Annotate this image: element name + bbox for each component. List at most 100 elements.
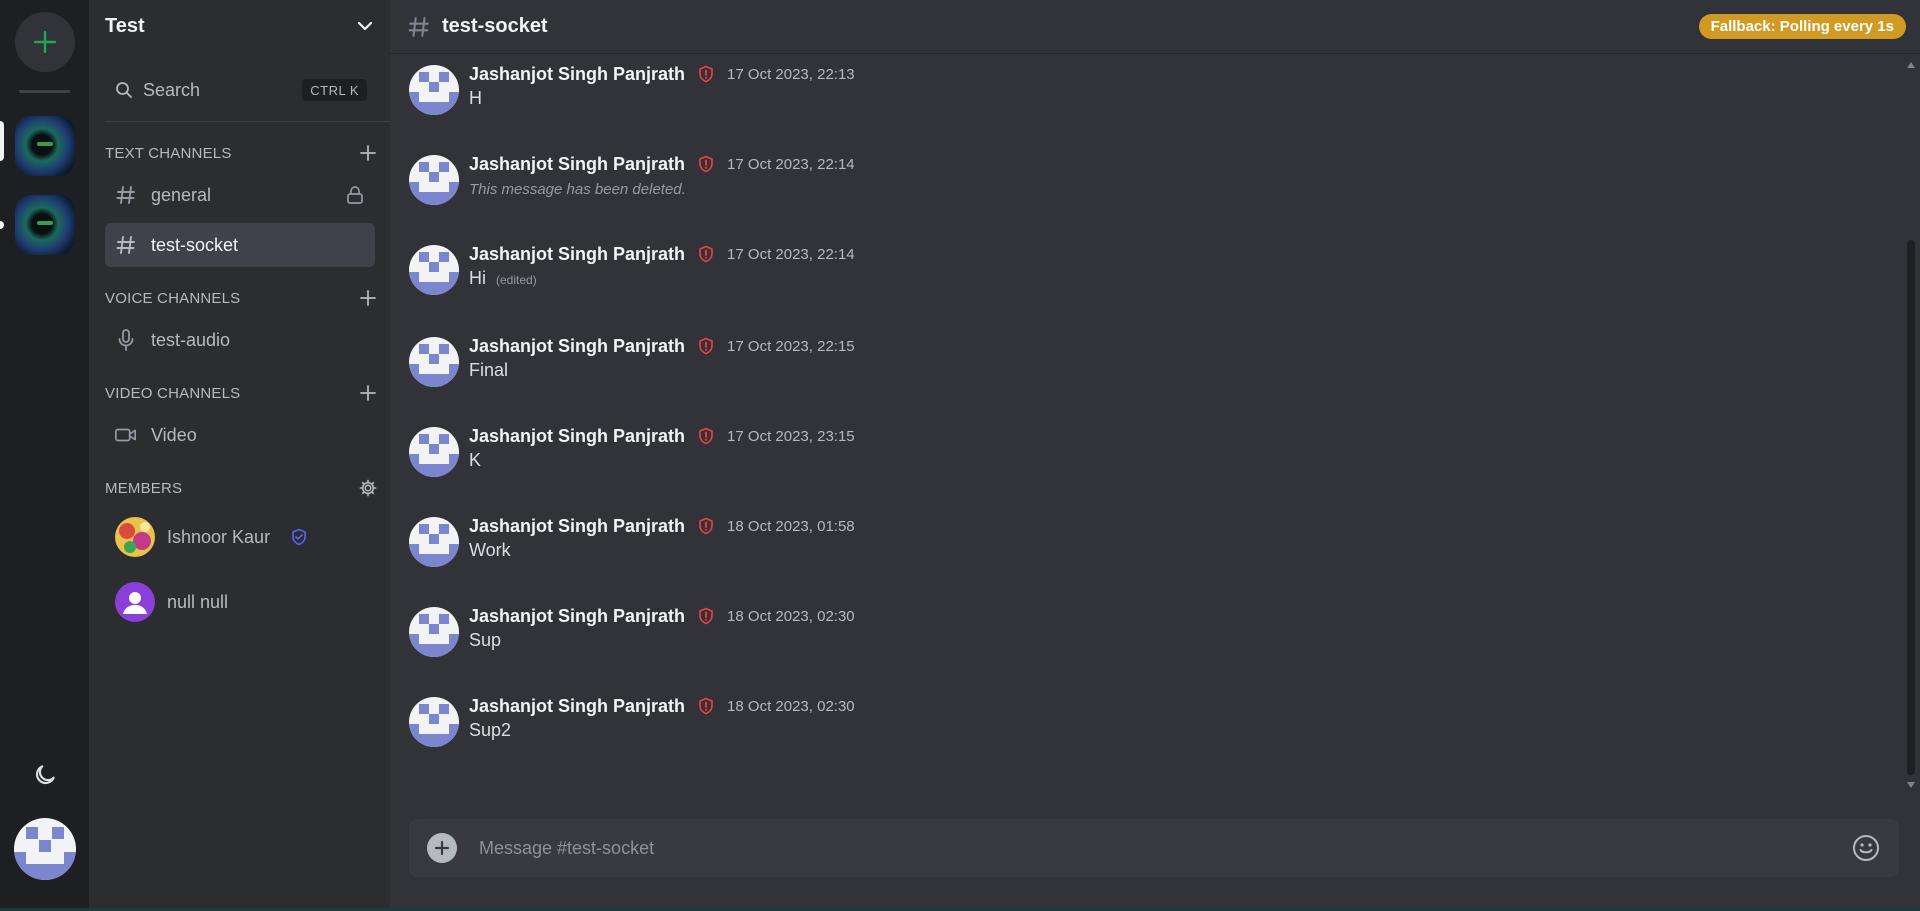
moderator-shield-icon xyxy=(697,245,715,263)
scroll-thumb[interactable] xyxy=(1907,240,1915,775)
server-icon-2[interactable] xyxy=(15,195,75,255)
message-text: Hi xyxy=(469,268,486,288)
message-text: Sup2 xyxy=(469,720,512,740)
channel-general[interactable]: general xyxy=(105,173,375,217)
message-content: This message has been deleted. xyxy=(469,181,686,198)
message-author[interactable]: Jashanjot Singh Panjrath xyxy=(469,516,685,537)
member-avatar xyxy=(115,517,155,557)
add-text-channel-icon[interactable] xyxy=(359,144,377,162)
message-timestamp: 17 Oct 2023, 22:15 xyxy=(727,337,855,355)
moderator-shield-icon xyxy=(697,697,715,715)
message-author[interactable]: Jashanjot Singh Panjrath xyxy=(469,154,685,175)
message-content: Hi (edited) xyxy=(469,268,537,289)
channel-test-socket[interactable]: test-socket xyxy=(105,223,375,267)
user-avatar[interactable] xyxy=(14,818,76,880)
category-label: VIDEO CHANNELS xyxy=(105,384,241,402)
search-icon xyxy=(116,82,132,98)
message-avatar[interactable] xyxy=(409,697,459,747)
message-author[interactable]: Jashanjot Singh Panjrath xyxy=(469,696,685,717)
message-author[interactable]: Jashanjot Singh Panjrath xyxy=(469,244,685,265)
category-label: MEMBERS xyxy=(105,479,183,497)
video-channels-category[interactable]: VIDEO CHANNELS xyxy=(105,383,377,403)
attach-button[interactable] xyxy=(427,833,457,863)
message-header: Jashanjot Singh Panjrath 17 Oct 2023, 22:… xyxy=(469,334,855,358)
message-row[interactable]: Jashanjot Singh Panjrath 17 Oct 2023, 23:… xyxy=(409,424,1809,484)
active-server-indicator xyxy=(0,121,4,161)
message-avatar[interactable] xyxy=(409,65,459,115)
message-text: H xyxy=(469,88,482,108)
member-item[interactable]: Ishnoor Kaur xyxy=(115,517,308,557)
add-video-channel-icon[interactable] xyxy=(359,384,377,402)
gear-icon[interactable] xyxy=(359,479,377,497)
message-header: Jashanjot Singh Panjrath 18 Oct 2023, 02:… xyxy=(469,694,855,718)
message-author[interactable]: Jashanjot Singh Panjrath xyxy=(469,336,685,357)
polling-fallback-badge: Fallback: Polling every 1s xyxy=(1698,14,1906,39)
message-header: Jashanjot Singh Panjrath 17 Oct 2023, 22:… xyxy=(469,152,855,176)
message-timestamp: 17 Oct 2023, 22:14 xyxy=(727,245,855,263)
moderator-shield-icon xyxy=(697,427,715,445)
moderator-shield-icon xyxy=(697,337,715,355)
message-row[interactable]: Jashanjot Singh Panjrath 17 Oct 2023, 22:… xyxy=(409,62,1809,122)
channel-header: test-socket Fallback: Polling every 1s xyxy=(390,0,1920,54)
moderator-shield-icon xyxy=(697,155,715,173)
channel-sidebar: Test Search CTRL K TEXT CHANNELS general xyxy=(89,0,391,911)
message-author[interactable]: Jashanjot Singh Panjrath xyxy=(469,426,685,447)
member-item[interactable]: null null xyxy=(115,582,228,622)
search-shortcut: CTRL K xyxy=(302,79,367,101)
server-header[interactable]: Test xyxy=(89,0,390,53)
plus-icon xyxy=(435,841,449,855)
moon-icon[interactable] xyxy=(32,762,58,788)
plus-icon xyxy=(33,30,57,54)
message-header: Jashanjot Singh Panjrath 18 Oct 2023, 01:… xyxy=(469,514,855,538)
add-voice-channel-icon[interactable] xyxy=(359,289,377,307)
message-avatar[interactable] xyxy=(409,155,459,205)
lock-icon xyxy=(347,186,363,204)
add-server-button[interactable] xyxy=(15,12,75,72)
message-row[interactable]: Jashanjot Singh Panjrath 17 Oct 2023, 22:… xyxy=(409,242,1809,302)
moderator-shield-icon xyxy=(697,607,715,625)
microphone-icon xyxy=(115,329,137,351)
search-button[interactable]: Search CTRL K xyxy=(105,72,375,108)
message-avatar[interactable] xyxy=(409,427,459,477)
text-channels-category[interactable]: TEXT CHANNELS xyxy=(105,143,377,163)
message-author[interactable]: Jashanjot Singh Panjrath xyxy=(469,606,685,627)
category-label: TEXT CHANNELS xyxy=(105,144,232,162)
message-content: Sup xyxy=(469,630,501,651)
server-unread-indicator xyxy=(0,221,4,229)
message-header: Jashanjot Singh Panjrath 17 Oct 2023, 22:… xyxy=(469,62,855,86)
message-input[interactable] xyxy=(479,833,1779,863)
message-composer xyxy=(409,819,1899,877)
channel-video[interactable]: Video xyxy=(105,413,375,457)
server-icon-1[interactable] xyxy=(15,116,75,176)
message-row[interactable]: Jashanjot Singh Panjrath 18 Oct 2023, 01:… xyxy=(409,514,1809,574)
scrollbar[interactable] xyxy=(1902,55,1920,795)
message-header: Jashanjot Singh Panjrath 17 Oct 2023, 23:… xyxy=(469,424,855,448)
message-avatar[interactable] xyxy=(409,517,459,567)
message-avatar[interactable] xyxy=(409,607,459,657)
message-timestamp: 18 Oct 2023, 02:30 xyxy=(727,697,855,715)
voice-channels-category[interactable]: VOICE CHANNELS xyxy=(105,288,377,308)
member-avatar xyxy=(115,582,155,622)
message-content: Sup2 xyxy=(469,720,511,741)
edited-label: (edited) xyxy=(496,273,537,287)
message-header: Jashanjot Singh Panjrath 18 Oct 2023, 02:… xyxy=(469,604,855,628)
message-author[interactable]: Jashanjot Singh Panjrath xyxy=(469,64,685,85)
message-row[interactable]: Jashanjot Singh Panjrath 17 Oct 2023, 22:… xyxy=(409,152,1809,212)
channel-test-audio[interactable]: test-audio xyxy=(105,318,375,362)
message-row[interactable]: Jashanjot Singh Panjrath 18 Oct 2023, 02:… xyxy=(409,694,1809,754)
scroll-down-arrow[interactable] xyxy=(1907,782,1915,788)
moderator-shield-icon xyxy=(697,517,715,535)
message-avatar[interactable] xyxy=(409,245,459,295)
message-timestamp: 17 Oct 2023, 23:15 xyxy=(727,427,855,445)
member-name: null null xyxy=(167,591,229,612)
emoji-icon[interactable] xyxy=(1851,833,1881,863)
members-category: MEMBERS xyxy=(105,478,377,498)
message-content: Work xyxy=(469,540,511,561)
message-row[interactable]: Jashanjot Singh Panjrath 17 Oct 2023, 22:… xyxy=(409,334,1809,394)
message-avatar[interactable] xyxy=(409,337,459,387)
scroll-up-arrow[interactable] xyxy=(1907,62,1915,68)
message-text: This message has been deleted. xyxy=(469,181,686,198)
channel-title: test-socket xyxy=(442,15,548,37)
chevron-down-icon xyxy=(357,21,373,31)
message-row[interactable]: Jashanjot Singh Panjrath 18 Oct 2023, 02:… xyxy=(409,604,1809,664)
